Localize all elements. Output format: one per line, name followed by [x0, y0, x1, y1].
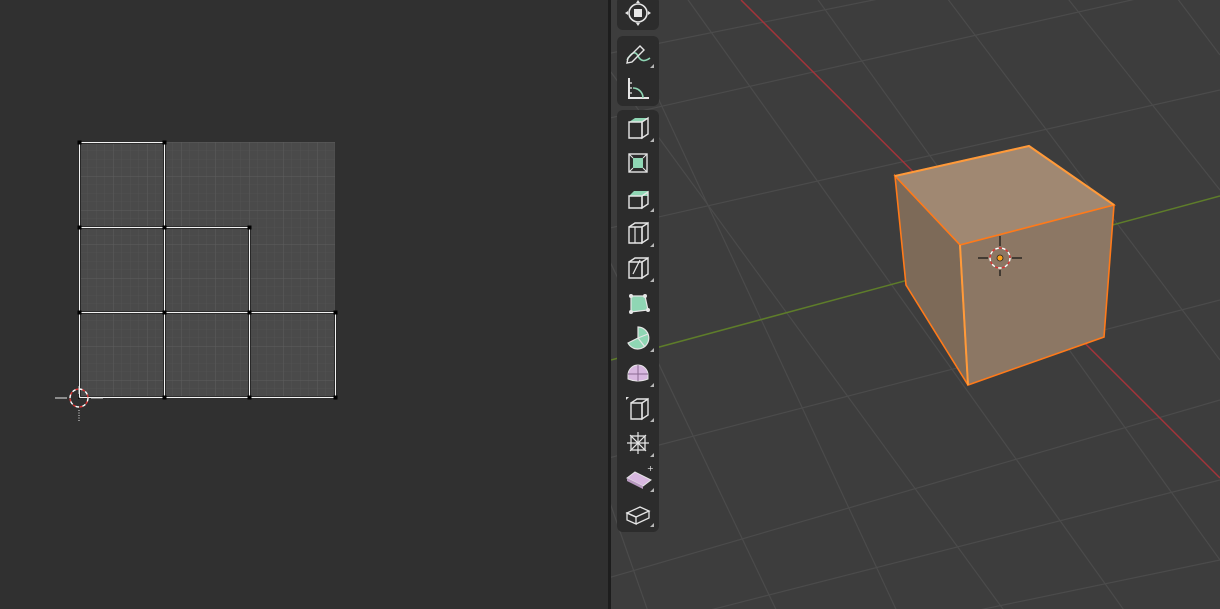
spin-tool-button[interactable]: [620, 322, 656, 354]
uv-editor[interactable]: [0, 0, 608, 609]
tool-group-annotate: [617, 36, 659, 106]
uv-canvas[interactable]: [0, 0, 608, 609]
inset-faces-icon: [628, 153, 648, 173]
poly-build-tool-button[interactable]: [620, 287, 656, 319]
rip-region-tool-button[interactable]: [620, 497, 656, 529]
measure-ruler-icon: [628, 78, 649, 99]
transform-gizmo-icon: [625, 0, 651, 26]
bevel-tool-button[interactable]: [620, 182, 656, 214]
measure-tool-button[interactable]: [620, 72, 656, 104]
edge-slide-tool-button[interactable]: [620, 392, 656, 424]
smooth-vertices-tool-button[interactable]: [620, 357, 656, 389]
cube-object[interactable]: [893, 144, 1116, 387]
floor-grid: [611, 0, 1220, 609]
3d-viewport[interactable]: +: [611, 0, 1220, 609]
viewport-canvas[interactable]: [611, 0, 1220, 609]
poly-build-icon: [629, 294, 650, 314]
shear-tool-button[interactable]: +: [620, 462, 656, 494]
transform-tool-button[interactable]: [620, 0, 656, 29]
svg-text:+: +: [647, 464, 654, 473]
knife-tool-button[interactable]: [620, 252, 656, 284]
annotate-tool-button[interactable]: [620, 38, 656, 70]
loop-cut-tool-button[interactable]: [620, 217, 656, 249]
extrude-region-tool-button[interactable]: [620, 112, 656, 144]
origin-dot-icon: [996, 254, 1004, 262]
tool-group-mesh-tools: +: [617, 110, 659, 532]
shrink-fatten-tool-button[interactable]: [620, 427, 656, 459]
inset-faces-tool-button[interactable]: [620, 147, 656, 179]
tool-group-transform: [617, 0, 659, 30]
uv-image-area: [79, 142, 335, 398]
